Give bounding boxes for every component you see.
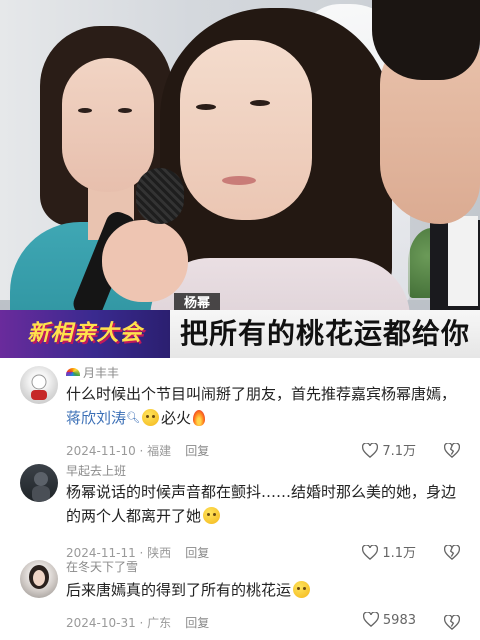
bride-lips bbox=[222, 176, 256, 185]
bride-eye bbox=[196, 104, 216, 110]
dislike-button[interactable] bbox=[443, 542, 461, 561]
dislike-button[interactable] bbox=[443, 612, 461, 631]
avatar-image bbox=[32, 472, 50, 502]
comment-text: 杨幂说话的时候声音都在颤抖……结婚时那么美的她，身边的两个人都离开了她 bbox=[66, 480, 458, 528]
comment-list: 月丰丰 什么时候出个节目叫闹掰了朋友，首先推荐嘉宾杨幂唐嫣， 蒋欣刘涛🔍︎ 必火 2… bbox=[0, 358, 480, 640]
avatar[interactable] bbox=[20, 464, 58, 502]
reply-button[interactable]: 回复 bbox=[185, 616, 209, 630]
search-icon[interactable]: 🔍︎ bbox=[126, 411, 140, 424]
heart-icon bbox=[362, 544, 379, 561]
comment-username[interactable]: 在冬天下了雪 bbox=[66, 558, 138, 575]
comment-username[interactable]: 早起去上班 bbox=[66, 462, 126, 479]
comment-text-part: 后来唐嫣真的得到了所有的桃花运 bbox=[66, 581, 292, 599]
broken-heart-icon bbox=[443, 442, 461, 459]
left-person-eye bbox=[118, 108, 132, 113]
bride-face bbox=[180, 40, 312, 220]
comment-meta: 2024-11-10 · 福建 回复 bbox=[66, 442, 209, 459]
smile-emoji-icon bbox=[141, 409, 159, 426]
subtitle-bar: 新相亲大会 把所有的桃花运都给你 bbox=[0, 310, 480, 358]
fire-emoji-icon bbox=[193, 410, 205, 426]
comment-date-location: 2024-11-10 · 福建 bbox=[66, 444, 172, 458]
avatar[interactable] bbox=[20, 366, 58, 404]
left-person-eye bbox=[78, 108, 92, 113]
like-button[interactable]: 7.1万 bbox=[362, 440, 416, 459]
reply-button[interactable]: 回复 bbox=[185, 546, 209, 560]
mention-link[interactable]: 蒋欣刘涛 bbox=[66, 409, 126, 427]
pleading-emoji-icon bbox=[293, 581, 311, 598]
heart-icon bbox=[362, 611, 379, 628]
comment-text-part: 什么时候出个节目叫闹掰了朋友，首先推荐嘉宾杨幂唐嫣， bbox=[66, 385, 457, 403]
username-text: 月丰丰 bbox=[83, 366, 120, 380]
comment-text-part: 必火 bbox=[160, 409, 191, 427]
avatar[interactable] bbox=[20, 560, 58, 598]
broken-heart-icon bbox=[443, 614, 461, 631]
avatar-image bbox=[29, 565, 49, 589]
broken-heart-icon bbox=[443, 544, 461, 561]
left-person-face bbox=[62, 58, 154, 192]
comment-text-part: 杨幂说话的时候声音都在颤抖……结婚时那么美的她，身边的两个人都离开了她 bbox=[66, 483, 457, 525]
comment-date-location: 2024-10-31 · 广东 bbox=[66, 616, 172, 630]
bride-eye bbox=[250, 100, 270, 106]
reply-button[interactable]: 回复 bbox=[185, 444, 209, 458]
groom-shirt bbox=[448, 216, 478, 306]
like-count: 7.1万 bbox=[382, 444, 416, 459]
like-button[interactable]: 1.1万 bbox=[362, 542, 416, 561]
comment-meta: 2024-10-31 · 广东 回复 bbox=[66, 614, 209, 631]
pleading-emoji-icon bbox=[203, 507, 221, 524]
comment-text: 什么时候出个节目叫闹掰了朋友，首先推荐嘉宾杨幂唐嫣， 蒋欣刘涛🔍︎ 必火 bbox=[66, 382, 458, 430]
like-button[interactable]: 5983 bbox=[362, 611, 416, 628]
avatar-image bbox=[31, 374, 47, 400]
microphone-icon bbox=[136, 168, 184, 224]
show-logo: 新相亲大会 bbox=[0, 310, 170, 358]
like-count: 1.1万 bbox=[382, 546, 416, 561]
subtitle-text: 把所有的桃花运都给你 bbox=[180, 317, 471, 350]
like-count: 5983 bbox=[382, 613, 416, 628]
dislike-button[interactable] bbox=[443, 440, 461, 459]
hand bbox=[102, 220, 188, 302]
rainbow-emoji-icon bbox=[66, 368, 80, 376]
video-frame[interactable]: 杨幂 新相亲大会 把所有的桃花运都给你 bbox=[0, 0, 480, 358]
comment-username[interactable]: 月丰丰 bbox=[66, 364, 119, 381]
comment-text: 后来唐嫣真的得到了所有的桃花运 bbox=[66, 578, 458, 602]
heart-icon bbox=[362, 442, 379, 459]
